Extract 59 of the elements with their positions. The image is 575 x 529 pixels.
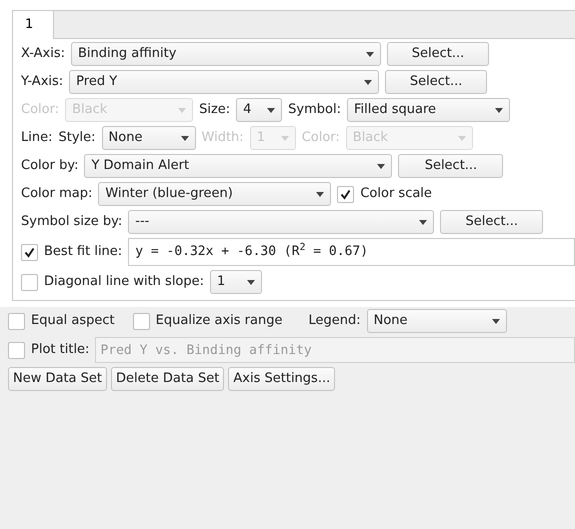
caret-icon xyxy=(494,108,503,112)
checkmark-icon xyxy=(340,188,352,200)
action-button[interactable]: New Data Set xyxy=(8,367,108,391)
action-button[interactable]: Axis Settings... xyxy=(228,367,336,391)
caret-icon xyxy=(364,80,372,84)
field-label: Legend: xyxy=(308,312,361,330)
caret-icon xyxy=(178,108,186,112)
dropdown[interactable]: None xyxy=(366,309,507,333)
field-label: Diagonal line with slope: xyxy=(44,273,204,292)
dropdown[interactable]: 1 xyxy=(210,270,262,294)
dropdown[interactable]: Pred Y xyxy=(69,70,380,94)
field-label: Equal aspect xyxy=(31,312,115,330)
checkbox[interactable] xyxy=(8,342,25,358)
field-label: Style: xyxy=(58,129,96,148)
field-label: Color: xyxy=(21,101,60,120)
field-label: X-Axis: xyxy=(21,45,66,64)
field-label: Width: xyxy=(202,129,244,148)
dropdown[interactable]: 4 xyxy=(236,98,282,122)
caret-icon xyxy=(366,52,374,56)
caret-icon xyxy=(492,318,500,324)
caret-icon xyxy=(377,164,386,168)
select-button[interactable]: Select... xyxy=(385,70,488,94)
field-label: Y-Axis: xyxy=(21,73,64,92)
action-button[interactable]: Delete Data Set xyxy=(111,367,224,391)
field-label: Color map: xyxy=(21,185,92,204)
caret-icon xyxy=(458,136,466,140)
field-label: Color by: xyxy=(21,157,78,176)
caret-icon xyxy=(316,192,324,196)
checkbox[interactable] xyxy=(21,244,38,260)
field-label: Plot title: xyxy=(31,341,90,360)
field-label: Symbol: xyxy=(288,101,341,120)
checkbox[interactable] xyxy=(21,274,38,290)
select-button[interactable]: Select... xyxy=(398,154,504,178)
tab[interactable]: 1 xyxy=(12,10,54,39)
equation-field[interactable]: y = -0.32x + -6.30 (R$^{2}$ = 0.67) xyxy=(128,238,575,266)
checkmark-icon xyxy=(24,246,35,258)
dropdown[interactable]: Winter (blue-green) xyxy=(98,182,332,206)
field-label: Best fit line: xyxy=(44,243,122,262)
caret-icon xyxy=(267,108,276,112)
dropdown[interactable]: Filled square xyxy=(346,98,510,122)
dropdown[interactable]: --- xyxy=(128,210,434,234)
caret-icon xyxy=(247,280,256,284)
field-label: Line: xyxy=(21,129,52,148)
checkbox[interactable] xyxy=(8,312,25,330)
dropdown[interactable]: None xyxy=(102,126,196,150)
caret-icon xyxy=(280,136,289,140)
caret-icon xyxy=(180,136,189,140)
select-button[interactable]: Select... xyxy=(387,42,490,66)
field-label: Color: xyxy=(302,129,340,148)
checkbox[interactable] xyxy=(132,312,150,330)
caret-icon xyxy=(419,220,428,224)
field-label: Symbol size by: xyxy=(21,213,122,232)
field-label: Equalize axis range xyxy=(156,312,282,330)
checkbox[interactable] xyxy=(337,186,354,202)
dropdown[interactable]: Binding affinity xyxy=(71,42,382,66)
dropdown[interactable]: Y Domain Alert xyxy=(84,154,392,178)
field-label: Size: xyxy=(199,101,230,120)
field-label: Color scale xyxy=(360,185,432,204)
select-button[interactable]: Select... xyxy=(440,210,544,234)
